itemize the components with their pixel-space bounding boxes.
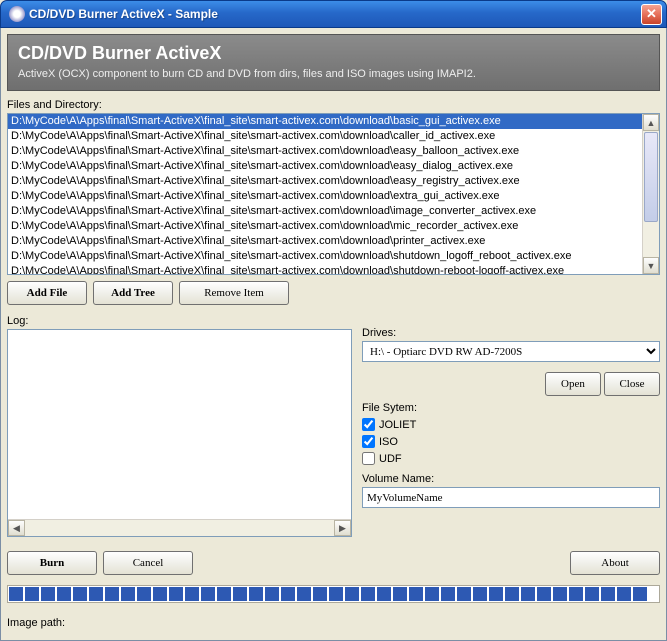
file-list-item[interactable]: D:\MyCode\A\Apps\final\Smart-ActiveX\fin… — [8, 189, 642, 204]
log-h-scrollbar[interactable]: ◀ ▶ — [8, 519, 351, 536]
progress-segment — [537, 587, 551, 601]
scroll-left-icon[interactable]: ◀ — [8, 520, 25, 536]
about-button[interactable]: About — [570, 551, 660, 575]
drives-select[interactable]: H:\ - Optiarc DVD RW AD-7200S — [362, 341, 660, 362]
window-body: CD/DVD Burner ActiveX ActiveX (OCX) comp… — [0, 28, 667, 641]
progress-segment — [361, 587, 375, 601]
progress-segment — [553, 587, 567, 601]
progress-segment — [569, 587, 583, 601]
progress-segment — [121, 587, 135, 601]
progress-segment — [633, 587, 647, 601]
progress-segment — [233, 587, 247, 601]
scroll-thumb[interactable] — [644, 132, 658, 222]
header-subtitle: ActiveX (OCX) component to burn CD and D… — [18, 68, 649, 80]
udf-label: UDF — [379, 453, 402, 465]
progress-segment — [41, 587, 55, 601]
titlebar[interactable]: CD/DVD Burner ActiveX - Sample ✕ — [0, 0, 667, 28]
header-panel: CD/DVD Burner ActiveX ActiveX (OCX) comp… — [7, 34, 660, 91]
joliet-checkbox[interactable] — [362, 418, 375, 431]
scroll-up-icon[interactable]: ▲ — [643, 114, 659, 131]
progress-segment — [265, 587, 279, 601]
progress-segment — [329, 587, 343, 601]
window-title: CD/DVD Burner ActiveX - Sample — [29, 7, 641, 21]
progress-segment — [249, 587, 263, 601]
burn-button[interactable]: Burn — [7, 551, 97, 575]
progress-segment — [473, 587, 487, 601]
progress-segment — [425, 587, 439, 601]
progress-segment — [409, 587, 423, 601]
progress-segment — [601, 587, 615, 601]
progress-segment — [25, 587, 39, 601]
scroll-down-icon[interactable]: ▼ — [643, 257, 659, 274]
progress-segment — [57, 587, 71, 601]
progress-segment — [201, 587, 215, 601]
progress-segment — [153, 587, 167, 601]
add-tree-button[interactable]: Add Tree — [93, 281, 173, 305]
file-list-item[interactable]: D:\MyCode\A\Apps\final\Smart-ActiveX\fin… — [8, 144, 642, 159]
progress-segment — [393, 587, 407, 601]
progress-segment — [105, 587, 119, 601]
progress-segment — [217, 587, 231, 601]
image-path-label: Image path: — [7, 617, 65, 629]
files-scrollbar[interactable]: ▲ ▼ — [642, 114, 659, 274]
udf-checkbox[interactable] — [362, 452, 375, 465]
progress-segment — [281, 587, 295, 601]
file-list-item[interactable]: D:\MyCode\A\Apps\final\Smart-ActiveX\fin… — [8, 264, 642, 274]
volume-name-label: Volume Name: — [362, 473, 660, 485]
drives-label: Drives: — [362, 327, 660, 339]
progress-segment — [297, 587, 311, 601]
cancel-button[interactable]: Cancel — [103, 551, 193, 575]
file-list-item[interactable]: D:\MyCode\A\Apps\final\Smart-ActiveX\fin… — [8, 234, 642, 249]
file-list-item[interactable]: D:\MyCode\A\Apps\final\Smart-ActiveX\fin… — [8, 159, 642, 174]
header-title: CD/DVD Burner ActiveX — [18, 43, 649, 64]
progress-segment — [73, 587, 87, 601]
file-list-item[interactable]: D:\MyCode\A\Apps\final\Smart-ActiveX\fin… — [8, 249, 642, 264]
scroll-right-icon[interactable]: ▶ — [334, 520, 351, 536]
log-listbox[interactable]: ◀ ▶ — [7, 329, 352, 537]
progress-bar — [7, 585, 660, 603]
remove-item-button[interactable]: Remove Item — [179, 281, 289, 305]
close-button[interactable]: Close — [604, 372, 660, 396]
progress-segment — [377, 587, 391, 601]
progress-segment — [585, 587, 599, 601]
progress-segment — [185, 587, 199, 601]
progress-segment — [137, 587, 151, 601]
progress-segment — [313, 587, 327, 601]
volume-name-input[interactable] — [362, 487, 660, 508]
progress-segment — [345, 587, 359, 601]
add-file-button[interactable]: Add File — [7, 281, 87, 305]
log-label: Log: — [7, 315, 352, 327]
progress-segment — [457, 587, 471, 601]
progress-segment — [89, 587, 103, 601]
progress-segment — [169, 587, 183, 601]
file-list-item[interactable]: D:\MyCode\A\Apps\final\Smart-ActiveX\fin… — [8, 219, 642, 234]
files-directory-label: Files and Directory: — [7, 99, 660, 111]
progress-segment — [9, 587, 23, 601]
progress-segment — [505, 587, 519, 601]
files-listbox[interactable]: D:\MyCode\A\Apps\final\Smart-ActiveX\fin… — [7, 113, 660, 275]
file-list-item[interactable]: D:\MyCode\A\Apps\final\Smart-ActiveX\fin… — [8, 204, 642, 219]
joliet-label: JOLIET — [379, 419, 416, 431]
close-icon[interactable]: ✕ — [641, 4, 662, 25]
app-icon — [9, 6, 25, 22]
open-button[interactable]: Open — [545, 372, 601, 396]
progress-segment — [441, 587, 455, 601]
iso-checkbox[interactable] — [362, 435, 375, 448]
filesystem-label: File Sytem: — [362, 402, 660, 414]
file-list-item[interactable]: D:\MyCode\A\Apps\final\Smart-ActiveX\fin… — [8, 114, 642, 129]
file-list-item[interactable]: D:\MyCode\A\Apps\final\Smart-ActiveX\fin… — [8, 174, 642, 189]
file-list-item[interactable]: D:\MyCode\A\Apps\final\Smart-ActiveX\fin… — [8, 129, 642, 144]
iso-label: ISO — [379, 436, 398, 448]
progress-segment — [489, 587, 503, 601]
progress-segment — [617, 587, 631, 601]
progress-segment — [521, 587, 535, 601]
